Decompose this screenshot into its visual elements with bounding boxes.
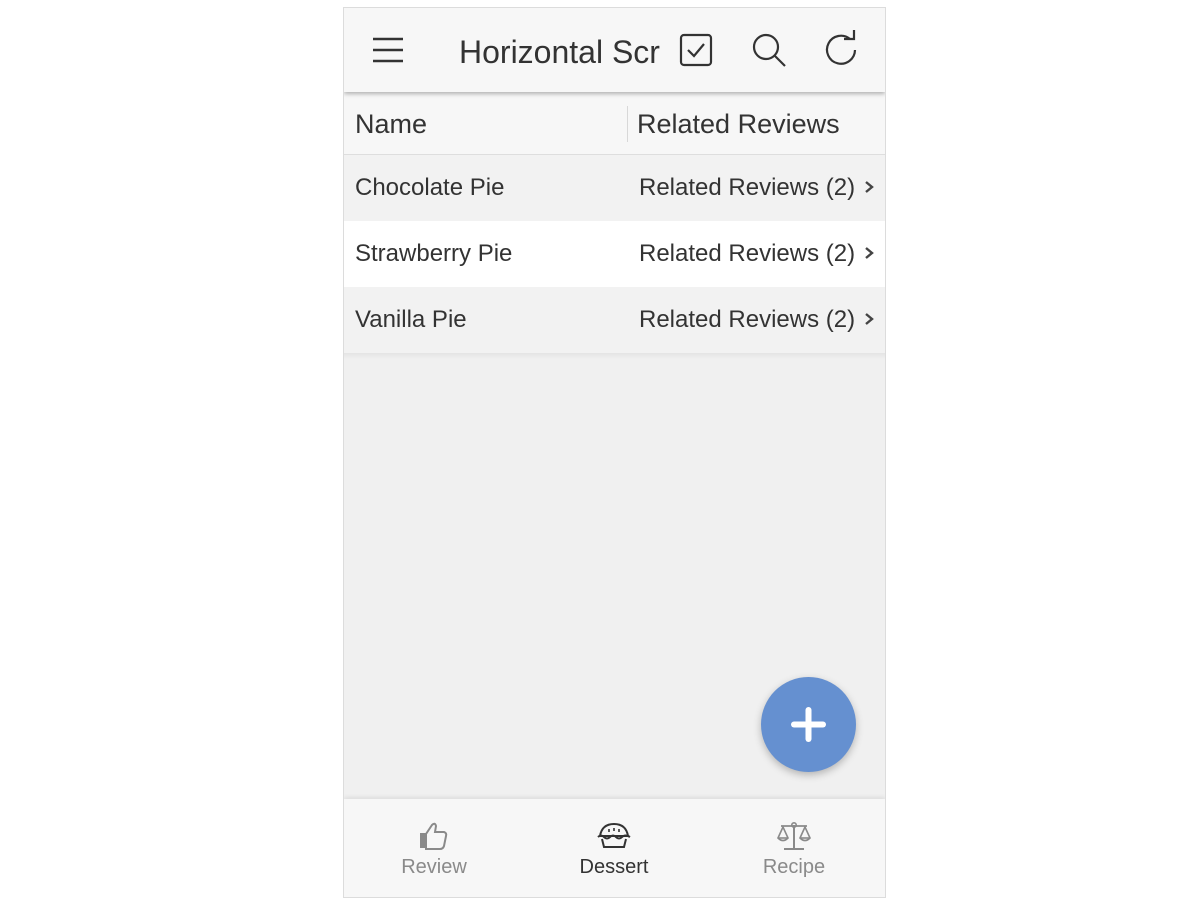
bottom-navigation: Review Dessert Recipe [344,799,885,897]
app-bar: Horizontal Scroll [344,8,885,92]
menu-icon [373,37,403,63]
list-end-shadow [344,353,885,359]
cell-name: Vanilla Pie [355,306,467,333]
refresh-icon [825,30,857,65]
nav-tab-dessert[interactable]: Dessert [524,799,704,897]
cell-name: Chocolate Pie [355,174,505,201]
add-button[interactable] [761,677,856,772]
column-header-related-reviews[interactable]: Related Reviews [637,92,840,154]
table-row[interactable]: Chocolate Pie Related Reviews (2) [344,155,885,221]
chevron-right-icon [865,181,874,193]
chevron-right-icon [865,313,874,325]
table-body: Chocolate Pie Related Reviews (2) Strawb… [344,155,885,359]
cell-related-reviews[interactable]: Related Reviews (2) [639,287,855,353]
cell-name: Strawberry Pie [355,240,513,267]
menu-button[interactable] [370,34,406,66]
app-frame: Horizontal Scroll Name Related Reviews [343,7,886,898]
nav-label: Dessert [579,856,649,878]
nav-tab-review[interactable]: Review [344,799,524,897]
page-title: Horizontal Scroll [459,34,661,70]
plus-icon [791,707,826,742]
nav-tab-recipe[interactable]: Recipe [704,799,884,897]
pie-icon [597,822,631,848]
scale-icon [777,821,811,850]
column-divider[interactable] [627,106,628,142]
checkbox-icon [679,33,713,67]
search-icon [752,33,786,67]
refresh-button[interactable] [822,30,862,70]
column-header-name[interactable]: Name [355,92,427,154]
nav-label: Review [401,856,467,878]
search-button[interactable] [749,30,789,70]
table-row[interactable]: Strawberry Pie Related Reviews (2) [344,221,885,287]
nav-label: Recipe [762,856,826,878]
cell-related-reviews[interactable]: Related Reviews (2) [639,155,855,221]
chevron-right-icon [865,247,874,259]
table-row[interactable]: Vanilla Pie Related Reviews (2) [344,287,885,353]
cell-related-reviews[interactable]: Related Reviews (2) [639,221,855,287]
select-button[interactable] [676,30,716,70]
thumbs-up-icon [420,822,448,850]
table-header: Name Related Reviews [344,92,885,155]
